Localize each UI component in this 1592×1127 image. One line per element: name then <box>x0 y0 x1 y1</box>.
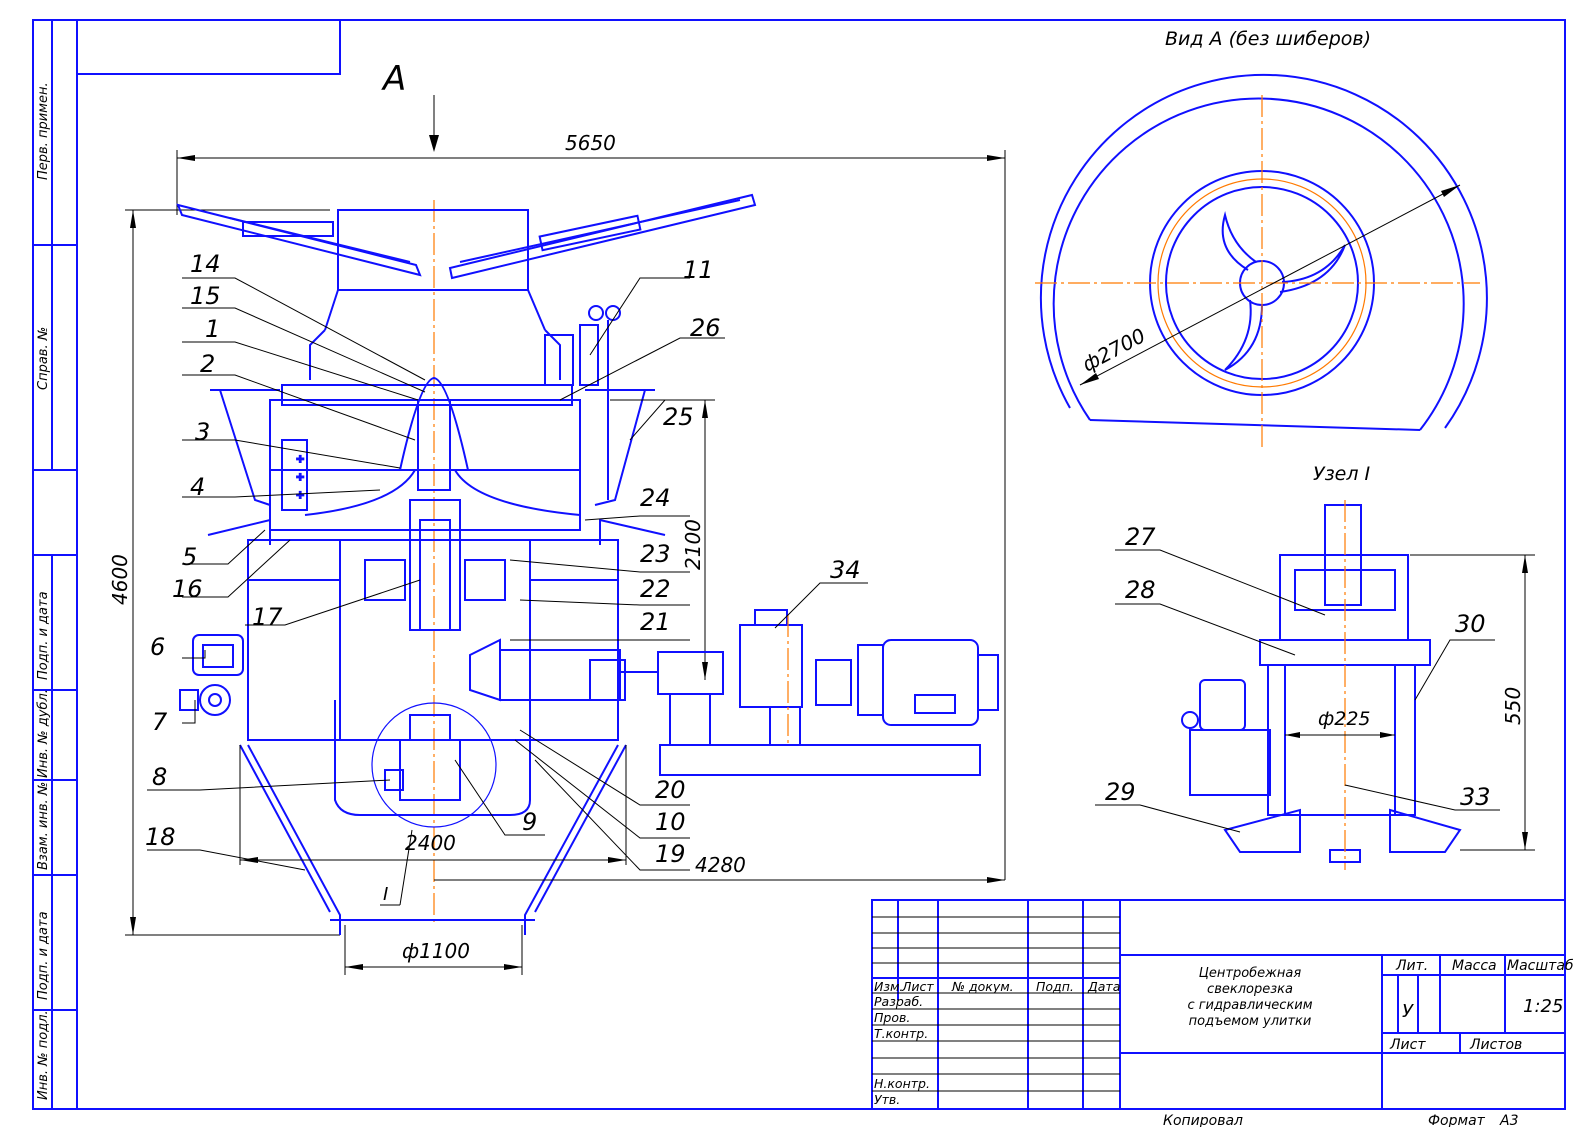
part-22: 22 <box>640 575 671 603</box>
dim-outlet-diameter: ф1100 <box>344 925 523 975</box>
part-8: 8 <box>152 763 167 791</box>
drive-unit <box>618 609 999 776</box>
tb-sheet-label: Лист <box>1389 1037 1426 1053</box>
tb-format-label: Формат <box>1428 1113 1486 1127</box>
tb-tkontr: Т.контр. <box>874 1026 928 1041</box>
part-11: 11 <box>683 256 714 284</box>
part-27: 27 <box>1125 523 1156 551</box>
svg-text:+: + <box>296 490 304 501</box>
tb-izm: Изм. <box>874 979 903 994</box>
part-19: 19 <box>655 840 686 868</box>
housing-body <box>179 499 626 828</box>
part-16: 16 <box>172 575 203 603</box>
strip-podp-data-2: Подп. и дата <box>36 911 51 1000</box>
part-29: 29 <box>1105 778 1136 806</box>
part-5: 5 <box>182 543 197 571</box>
left-side-strip: Перв. примен. Справ. № Подп. и дата Инв.… <box>33 20 77 1109</box>
part-7: 7 <box>152 708 168 736</box>
node-diameter: ф225 <box>1318 708 1371 730</box>
part-23: 23 <box>640 540 671 568</box>
part-3: 3 <box>195 418 210 446</box>
tb-title-1: Центробежная <box>1199 966 1302 981</box>
tb-doc-no: № докум. <box>951 979 1014 994</box>
node-height: 550 <box>1501 687 1525 725</box>
view-a-diameter: ф2700 <box>1078 323 1149 376</box>
part-20: 20 <box>655 776 686 804</box>
part-1: 1 <box>205 315 220 343</box>
leader-lines <box>147 277 868 871</box>
dim-overall-width: 5650 <box>176 131 1006 880</box>
tb-scale-value: 1:25 <box>1523 996 1563 1017</box>
tb-copied: Копировал <box>1163 1113 1243 1127</box>
tb-title-4: подъемом улитки <box>1189 1014 1312 1029</box>
strip-vzam-inv: Взам. инв. № <box>36 782 51 870</box>
strip-inv-dubl: Инв. № дубл. <box>36 689 51 778</box>
technical-drawing-sheet: Перв. примен. Справ. № Подп. и дата Инв.… <box>32 19 1574 1127</box>
svg-text:2400: 2400 <box>405 831 456 855</box>
strip-sprav-no: Справ. № <box>36 327 51 390</box>
dim-overall-height: 4600 <box>108 209 340 936</box>
tb-list: Лист <box>901 979 934 994</box>
strip-perv-primen: Перв. примен. <box>36 82 51 180</box>
tb-utv: Утв. <box>874 1092 900 1107</box>
tb-prov: Пров. <box>874 1010 910 1025</box>
part-9: 9 <box>522 808 537 836</box>
svg-text:I: I <box>383 884 388 905</box>
svg-text:ф1100: ф1100 <box>402 939 470 963</box>
part-24: 24 <box>640 484 671 512</box>
tb-data: Дата <box>1087 979 1120 994</box>
view-a-title: Вид А (без шиберов) <box>1165 28 1371 50</box>
svg-text:+: + <box>296 454 304 465</box>
title-block: Изм. Лист № докум. Подп. Дата Разраб. Пр… <box>871 899 1574 1127</box>
svg-text:2100: 2100 <box>681 519 705 570</box>
part-18: 18 <box>145 823 176 851</box>
part-2: 2 <box>200 350 215 378</box>
tb-lit: Лит. <box>1395 958 1428 974</box>
svg-text:5650: 5650 <box>565 131 616 155</box>
view-arrow-letter: А <box>381 59 406 99</box>
dim-4280: 4280 <box>434 853 1005 883</box>
node-title: Узел I <box>1313 463 1371 485</box>
part-10: 10 <box>655 808 686 836</box>
svg-text:4280: 4280 <box>695 853 746 877</box>
part-17: 17 <box>252 603 283 631</box>
part-21: 21 <box>640 608 671 636</box>
tb-razrab: Разраб. <box>874 994 923 1009</box>
tb-massa: Масса <box>1452 958 1497 974</box>
part-33: 33 <box>1460 783 1491 811</box>
tb-masshtab: Масштаб <box>1507 958 1574 974</box>
svg-text:4600: 4600 <box>108 554 132 605</box>
main-machine-view: А 5650 4600 + + + 2100 2400 4280 ф1100 I <box>108 59 1006 975</box>
part-30: 30 <box>1455 610 1486 638</box>
strip-podp-data-1: Подп. и дата <box>36 591 51 680</box>
svg-text:+: + <box>296 472 304 483</box>
hopper <box>176 193 757 380</box>
part-34: 34 <box>830 556 861 584</box>
dim-2400: 2400 <box>239 745 627 865</box>
part-28: 28 <box>1125 576 1156 604</box>
tb-podp: Подп. <box>1036 979 1074 994</box>
tb-format-value: А3 <box>1499 1113 1518 1127</box>
tb-lit-value: У <box>1402 1001 1414 1022</box>
part-25: 25 <box>663 403 694 431</box>
tb-title-2: свеклорезка <box>1207 982 1293 997</box>
part-15: 15 <box>190 282 221 310</box>
part-14: 14 <box>190 250 221 278</box>
node-detail: Узел I 550 ф225 27 28 30 29 33 <box>1095 463 1535 870</box>
tb-title-3: с гидравлическим <box>1187 998 1312 1013</box>
strip-inv-podl: Инв. № подл. <box>36 1010 51 1100</box>
tb-nkontr: Н.контр. <box>874 1076 930 1091</box>
part-6: 6 <box>150 633 165 661</box>
part-4: 4 <box>190 473 205 501</box>
part-26: 26 <box>690 314 721 342</box>
view-a: Вид А (без шиберов) ф2700 <box>1035 28 1488 450</box>
tb-sheets-label: Листов <box>1469 1037 1522 1053</box>
